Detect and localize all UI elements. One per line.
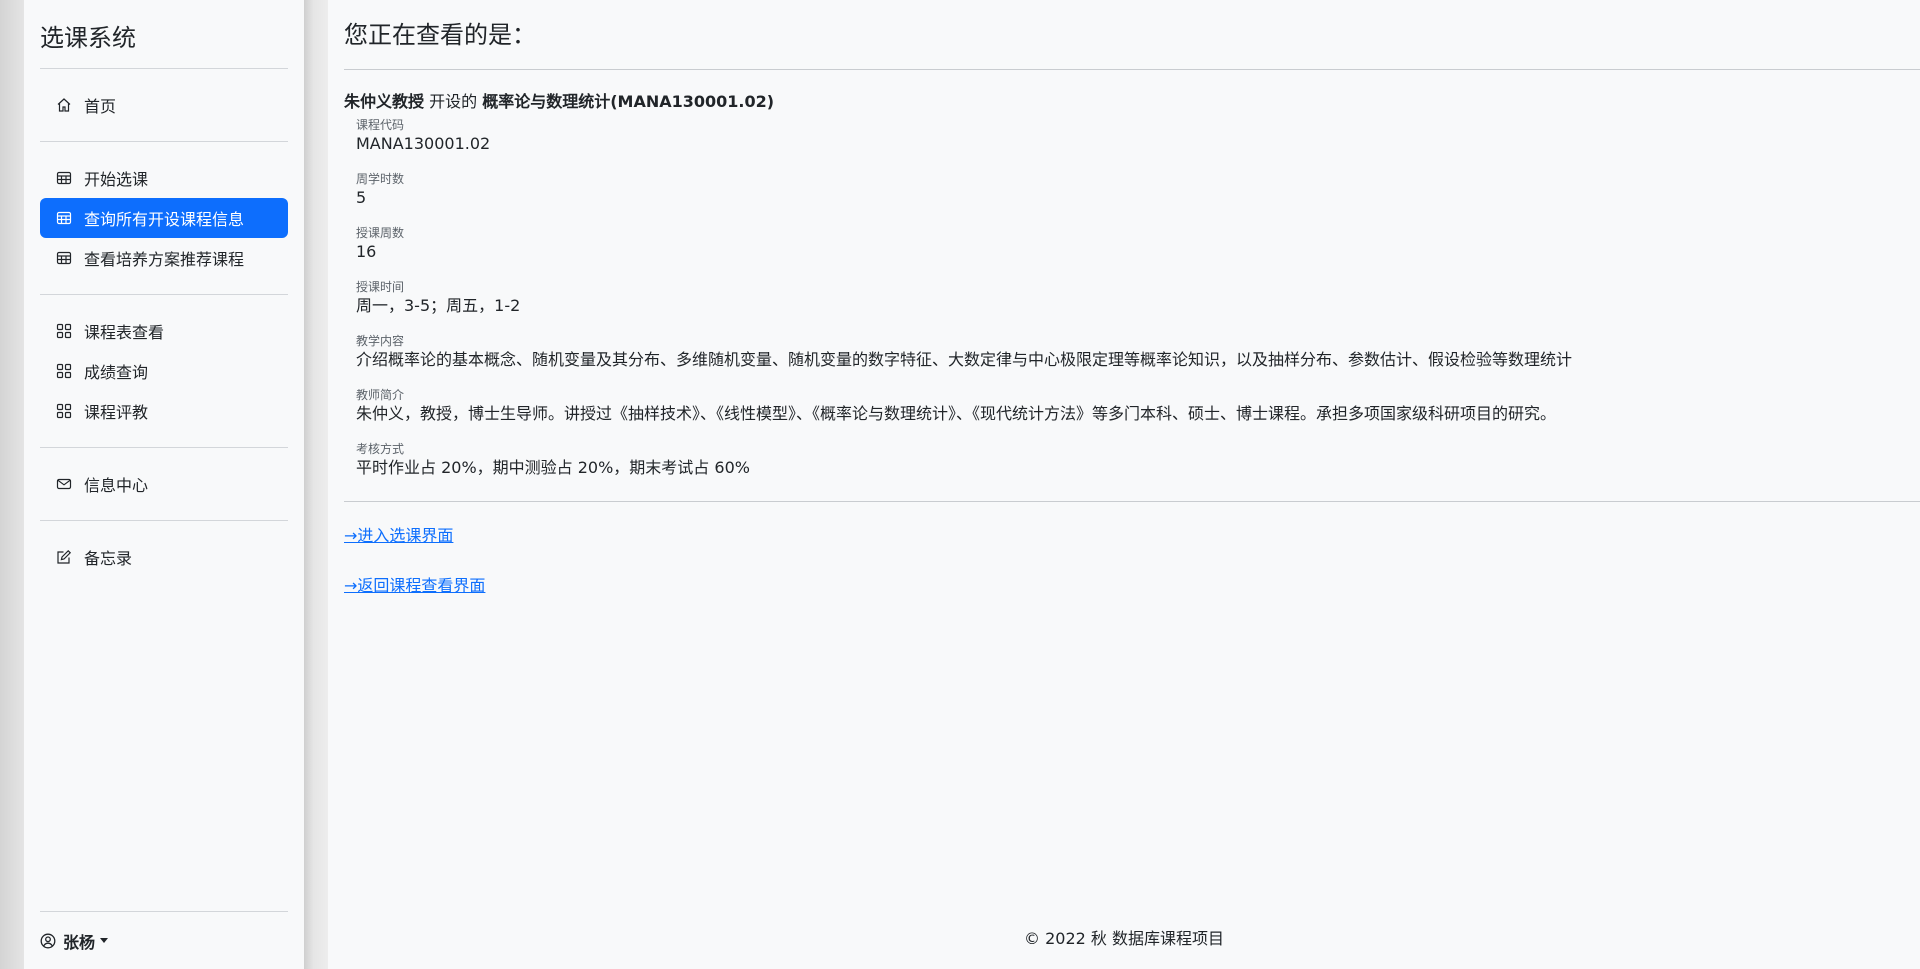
- nav-group-messages: 信息中心: [40, 448, 288, 520]
- course-details: 课程代码 MANA130001.02 周学时数 5 授课周数 16 授课时间 周…: [344, 117, 1904, 479]
- grid-icon: [56, 323, 72, 339]
- nav-item-label: 成绩查询: [84, 363, 149, 382]
- pencil-square-icon: [56, 549, 72, 565]
- nav-item-recommended[interactable]: 查看培养方案推荐课程: [40, 238, 288, 278]
- course-header: 朱仲义教授 开设的 概率论与数理统计(MANA130001.02): [344, 88, 1904, 112]
- user-avatar-icon: [40, 933, 56, 949]
- nav-item-all-courses[interactable]: 查询所有开设课程信息: [40, 198, 288, 238]
- table-icon: [56, 210, 72, 226]
- nav-group-courses: 开始选课 查询所有开设课程信息 查看培养方案推荐课程: [40, 142, 288, 294]
- nav-group-academic: 课程表查看 成绩查询 课程评教: [40, 295, 288, 447]
- caret-down-icon: [100, 938, 109, 943]
- nav-item-label: 首页: [84, 97, 117, 116]
- field-course-code: 课程代码 MANA130001.02: [356, 117, 1904, 155]
- field-weeks: 授课周数 16: [356, 225, 1904, 263]
- brand-title: 选课系统: [40, 23, 136, 52]
- nav-item-start-selection[interactable]: 开始选课: [40, 158, 288, 198]
- field-value: 朱仲义，教授，博士生导师。讲授过《抽样技术》、《线性模型》、《概率论与数理统计》…: [356, 404, 1557, 423]
- nav-item-label: 课程表查看: [84, 323, 165, 342]
- nav-item-memo[interactable]: 备忘录: [40, 537, 288, 577]
- nav-group-home: 首页: [40, 69, 288, 141]
- field-label: 授课时间: [356, 280, 405, 294]
- field-weekly-hours: 周学时数 5: [356, 171, 1904, 209]
- field-label: 授课周数: [356, 226, 405, 240]
- footer-copyright: © 2022 秋 数据库课程项目: [1024, 929, 1224, 948]
- table-icon: [56, 170, 72, 186]
- window-edge: [0, 0, 24, 969]
- enter-selection-link[interactable]: →进入选课界面: [344, 522, 453, 546]
- back-to-courses-link[interactable]: →返回课程查看界面: [344, 572, 485, 596]
- nav-item-label: 查询所有开设课程信息: [84, 210, 245, 229]
- sidebar: 选课系统 首页 开始选课 查询所有开设课程信息 查看培养方案推荐课程 课程表查看…: [24, 0, 304, 969]
- field-value: 介绍概率论的基本概念、随机变量及其分布、多维随机变量、随机变量的数字特征、大数定…: [356, 350, 1573, 369]
- course-name: 概率论与数理统计(MANA130001.02): [482, 92, 775, 111]
- field-value: 5: [356, 188, 367, 207]
- nav-item-label: 开始选课: [84, 170, 149, 189]
- divider: [344, 69, 1920, 70]
- teacher-name: 朱仲义教授: [344, 92, 425, 111]
- home-icon: [56, 97, 72, 113]
- field-label: 教学内容: [356, 334, 405, 348]
- grid-icon: [56, 363, 72, 379]
- field-value: MANA130001.02: [356, 134, 491, 153]
- nav-item-label: 信息中心: [84, 476, 149, 495]
- nav-item-label: 查看培养方案推荐课程: [84, 250, 245, 269]
- nav-item-label: 备忘录: [84, 549, 133, 568]
- field-schedule: 授课时间 周一，3-5；周五，1-2: [356, 279, 1904, 317]
- nav-item-evaluation[interactable]: 课程评教: [40, 391, 288, 431]
- envelope-icon: [56, 476, 72, 492]
- field-assessment: 考核方式 平时作业占 20%，期中测验占 20%，期末考试占 60%: [356, 441, 1904, 479]
- nav-item-home[interactable]: 首页: [40, 85, 288, 125]
- nav-item-label: 课程评教: [84, 403, 149, 422]
- panel-divider: [304, 0, 328, 969]
- user-name: 张杨: [63, 932, 96, 952]
- nav-group-memo: 备忘录: [40, 521, 288, 593]
- field-value: 平时作业占 20%，期中测验占 20%，期末考试占 60%: [356, 458, 750, 477]
- field-label: 课程代码: [356, 118, 405, 132]
- offer-text: 开设的: [429, 92, 478, 111]
- field-value: 周一，3-5；周五，1-2: [356, 296, 521, 315]
- user-menu[interactable]: 张杨: [40, 911, 288, 969]
- nav-item-message-center[interactable]: 信息中心: [40, 464, 288, 504]
- field-label: 周学时数: [356, 172, 405, 186]
- main-content: 您正在查看的是： 朱仲义教授 开设的 概率论与数理统计(MANA130001.0…: [328, 0, 1920, 969]
- field-teacher-intro: 教师简介 朱仲义，教授，博士生导师。讲授过《抽样技术》、《线性模型》、《概率论与…: [356, 387, 1904, 425]
- grid-icon: [56, 403, 72, 419]
- field-value: 16: [356, 242, 377, 261]
- nav-item-grades[interactable]: 成绩查询: [40, 351, 288, 391]
- field-label: 考核方式: [356, 442, 405, 456]
- page-title: 您正在查看的是：: [344, 20, 536, 49]
- nav-item-timetable[interactable]: 课程表查看: [40, 311, 288, 351]
- app-window: 选课系统 首页 开始选课 查询所有开设课程信息 查看培养方案推荐课程 课程表查看…: [0, 0, 1920, 969]
- field-content: 教学内容 介绍概率论的基本概念、随机变量及其分布、多维随机变量、随机变量的数字特…: [356, 333, 1904, 371]
- table-icon: [56, 250, 72, 266]
- field-label: 教师简介: [356, 388, 405, 402]
